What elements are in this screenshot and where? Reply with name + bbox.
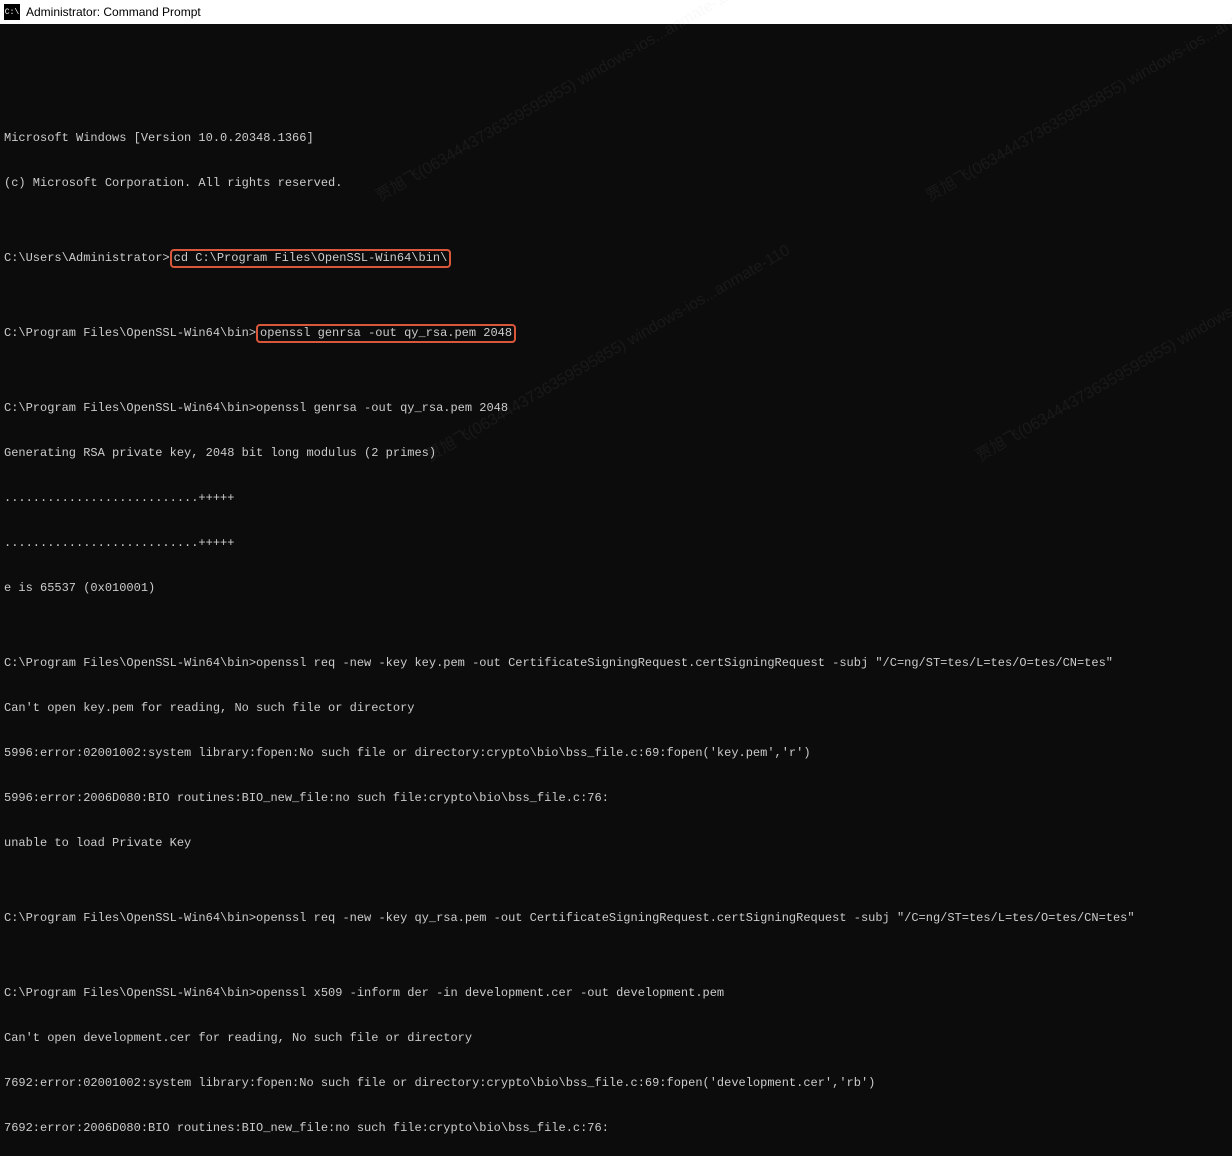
window-titlebar: C:\ Administrator: Command Prompt	[0, 0, 1232, 24]
output-line: 5996:error:2006D080:BIO routines:BIO_new…	[4, 791, 1228, 806]
output-line: 7692:error:2006D080:BIO routines:BIO_new…	[4, 1121, 1228, 1136]
output-line: Can't open key.pem for reading, No such …	[4, 701, 1228, 716]
output-line: (c) Microsoft Corporation. All rights re…	[4, 176, 1228, 191]
output-line: C:\Program Files\OpenSSL-Win64\bin>opens…	[4, 401, 1228, 416]
output-line: Can't open development.cer for reading, …	[4, 1031, 1228, 1046]
output-line: C:\Program Files\OpenSSL-Win64\bin>opens…	[4, 911, 1228, 926]
output-line: 5996:error:02001002:system library:fopen…	[4, 746, 1228, 761]
output-line: unable to load Private Key	[4, 836, 1228, 851]
output-line: e is 65537 (0x010001)	[4, 581, 1228, 596]
output-line: ...........................+++++	[4, 536, 1228, 551]
output-line: 7692:error:02001002:system library:fopen…	[4, 1076, 1228, 1091]
highlighted-command: cd C:\Program Files\OpenSSL-Win64\bin\	[170, 249, 452, 268]
output-line: Microsoft Windows [Version 10.0.20348.13…	[4, 131, 1228, 146]
watermark: 贾旭飞(0634443736359595855) windows-ios...a…	[423, 241, 794, 467]
command-line: C:\Program Files\OpenSSL-Win64\bin>opens…	[4, 326, 1228, 341]
output-line: C:\Program Files\OpenSSL-Win64\bin>opens…	[4, 656, 1228, 671]
command-line: C:\Users\Administrator>cd C:\Program Fil…	[4, 251, 1228, 266]
output-line: C:\Program Files\OpenSSL-Win64\bin>opens…	[4, 986, 1228, 1001]
output-line: Generating RSA private key, 2048 bit lon…	[4, 446, 1228, 461]
cmd-icon: C:\	[4, 4, 20, 20]
window-title: Administrator: Command Prompt	[26, 5, 201, 19]
watermark: 贾旭飞(0634443736359595855) windows-ios...a…	[973, 241, 1232, 467]
output-line: ...........................+++++	[4, 491, 1228, 506]
highlighted-command: openssl genrsa -out qy_rsa.pem 2048	[256, 324, 516, 343]
terminal-area[interactable]: 贾旭飞(0634443736359595855) windows-ios...a…	[0, 24, 1232, 1156]
